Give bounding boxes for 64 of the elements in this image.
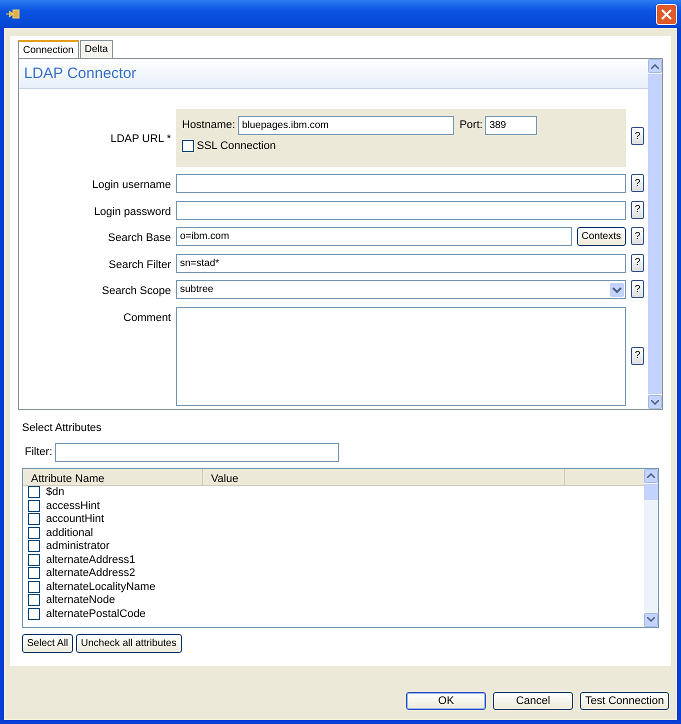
checkbox-label: SSL Connection <box>196 139 276 154</box>
column-header[interactable]: Value <box>203 468 565 484</box>
help-button[interactable]: ? <box>631 127 644 145</box>
field-label: Search Filter <box>108 258 171 272</box>
hostname-label: Hostname: <box>182 118 236 134</box>
attribute-name: alternateNode <box>46 593 116 608</box>
help-button[interactable]: ? <box>631 346 644 364</box>
attribute-name: accessHint <box>46 498 100 514</box>
checkbox[interactable] <box>28 567 40 580</box>
field-label: Comment <box>122 310 171 326</box>
contexts-button[interactable]: Contexts <box>576 227 626 246</box>
checkbox[interactable] <box>182 140 194 152</box>
app-icon <box>6 9 20 19</box>
section-title: Select Attributes <box>22 421 102 436</box>
scrollbar-thumb[interactable] <box>644 484 658 500</box>
port-field[interactable]: 389 <box>485 116 538 135</box>
scrollbar[interactable] <box>644 468 658 626</box>
help-button[interactable]: ? <box>631 280 644 298</box>
field-label: Login username <box>91 178 171 193</box>
comment-field[interactable] <box>176 306 626 406</box>
text-field[interactable] <box>176 200 626 220</box>
checkbox[interactable] <box>28 608 40 620</box>
attribute-button[interactable]: Select All <box>22 634 74 652</box>
dialog-button[interactable]: Cancel <box>493 692 574 710</box>
hostname-field[interactable]: bluepages.ibm.com <box>238 116 454 135</box>
close-icon <box>661 8 672 20</box>
help-button[interactable]: ? <box>631 174 644 192</box>
tab[interactable]: Delta <box>80 40 113 58</box>
attribute-name: administrator <box>46 539 110 554</box>
text-field[interactable]: sn=stad* <box>176 254 626 272</box>
field-label: LDAP URL * <box>109 132 171 147</box>
checkbox[interactable] <box>28 540 40 552</box>
port-label: Port: <box>459 118 483 134</box>
checkbox[interactable] <box>28 554 40 566</box>
dialog-button[interactable]: OK <box>406 692 486 710</box>
dialog-button[interactable]: Test Connection <box>580 692 669 710</box>
filter-label: Filter: <box>24 444 52 460</box>
text-field[interactable]: o=ibm.com <box>176 227 572 246</box>
checkbox[interactable] <box>28 486 40 498</box>
attribute-name: accountHint <box>46 512 104 527</box>
checkbox[interactable] <box>28 526 40 539</box>
dropdown[interactable]: subtree <box>176 280 626 299</box>
attribute-name: $dn <box>46 485 64 500</box>
attribute-name: additional <box>46 526 94 540</box>
checkbox[interactable] <box>28 594 40 606</box>
attribute-name: alternateAddress1 <box>46 552 136 568</box>
tab[interactable]: Connection <box>18 40 79 58</box>
checkbox[interactable] <box>28 513 40 526</box>
attribute-name: alternateAddress2 <box>46 566 136 581</box>
help-button[interactable]: ? <box>631 227 644 245</box>
filter-field[interactable] <box>55 442 339 462</box>
help-button[interactable]: ? <box>631 254 644 272</box>
checkbox[interactable] <box>28 580 40 593</box>
attribute-name: alternatePostalCode <box>46 606 146 622</box>
field-label: Login password <box>92 204 171 220</box>
field-label: Search Scope <box>100 284 171 299</box>
checkbox[interactable] <box>28 500 40 512</box>
attribute-name: alternateLocalityName <box>46 580 156 594</box>
help-button[interactable]: ? <box>631 200 644 218</box>
text-field[interactable] <box>176 174 626 193</box>
column-header[interactable]: Attribute Name <box>23 468 203 484</box>
close-button[interactable] <box>656 4 677 24</box>
field-label: Search Base <box>107 231 171 246</box>
attribute-button[interactable]: Uncheck all attributes <box>76 634 182 652</box>
